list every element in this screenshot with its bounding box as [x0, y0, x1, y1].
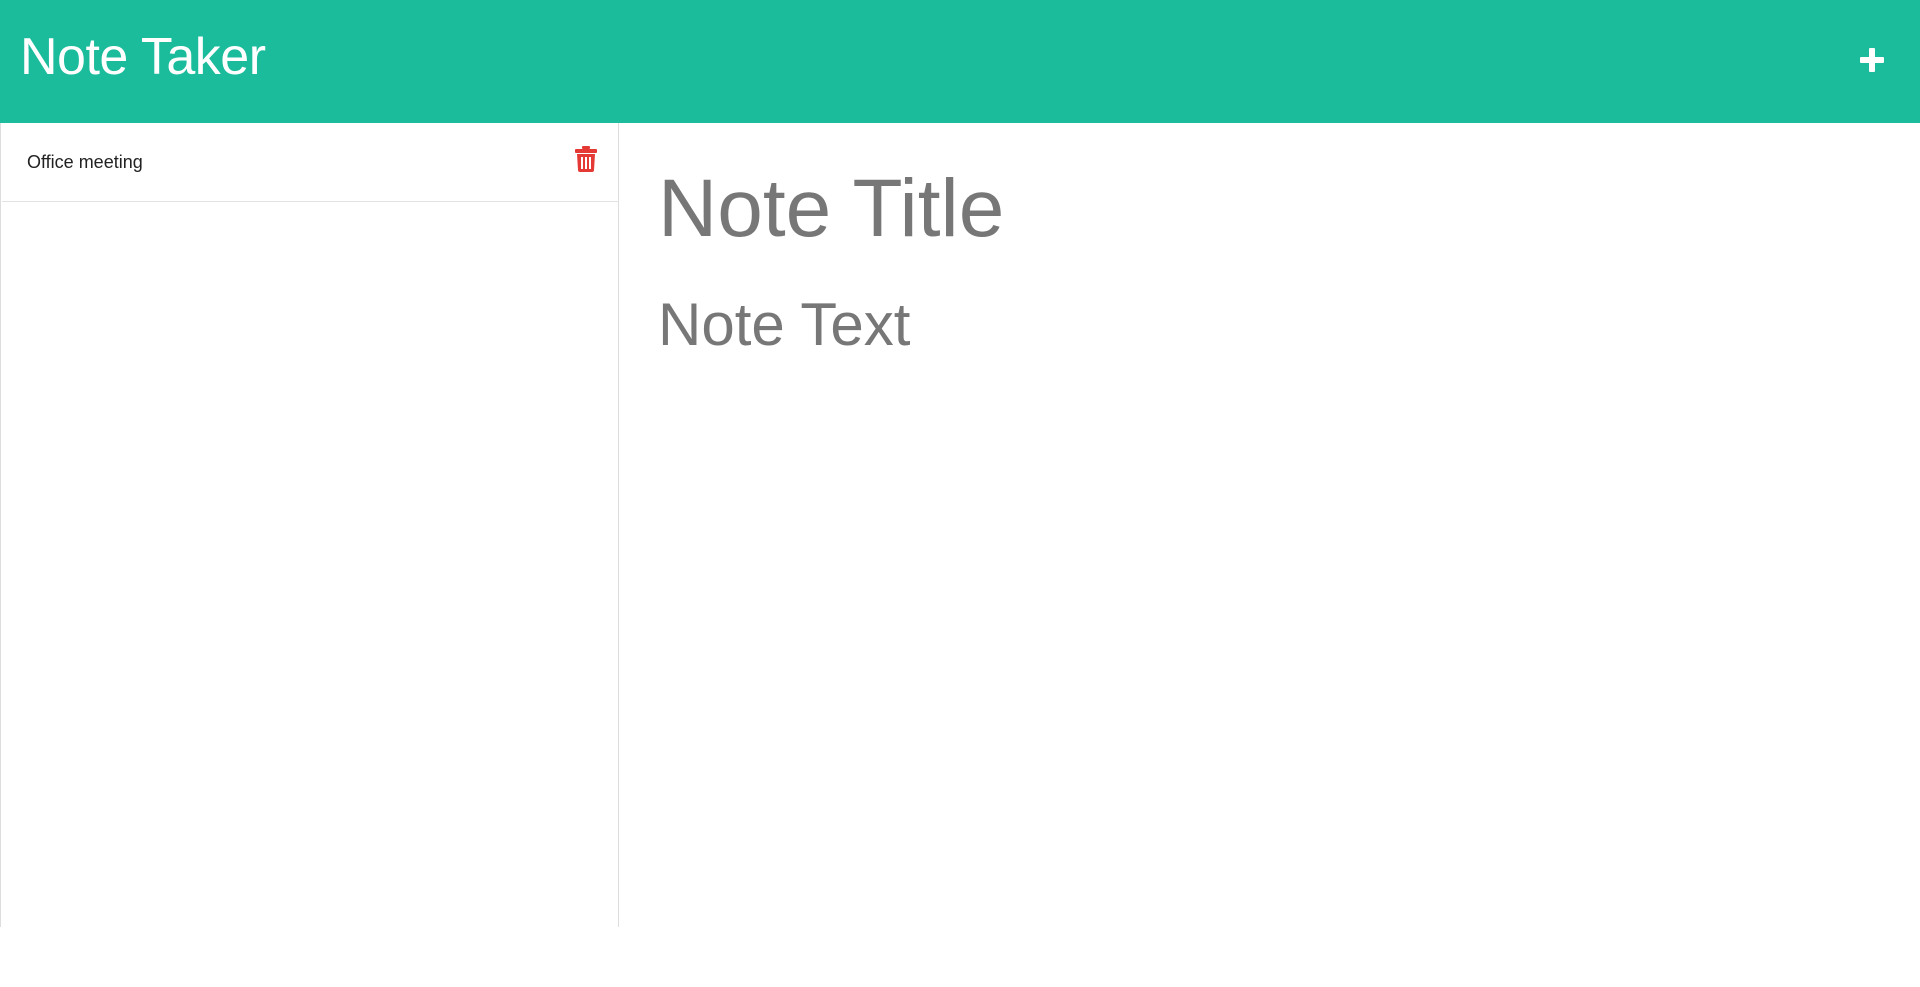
note-text-input[interactable]	[658, 290, 1858, 790]
list-item[interactable]: Office meeting	[2, 123, 619, 202]
plus-icon	[1860, 48, 1884, 72]
note-title-input[interactable]	[658, 159, 1858, 259]
new-note-button[interactable]	[1850, 38, 1894, 82]
trash-icon	[575, 146, 597, 172]
note-title-label: Office meeting	[27, 152, 143, 172]
note-list: Office meeting	[0, 123, 619, 927]
navbar: Note Taker	[0, 0, 1920, 123]
delete-note-button[interactable]	[575, 146, 597, 172]
note-editor	[620, 123, 1920, 927]
app-title: Note Taker	[20, 28, 266, 86]
